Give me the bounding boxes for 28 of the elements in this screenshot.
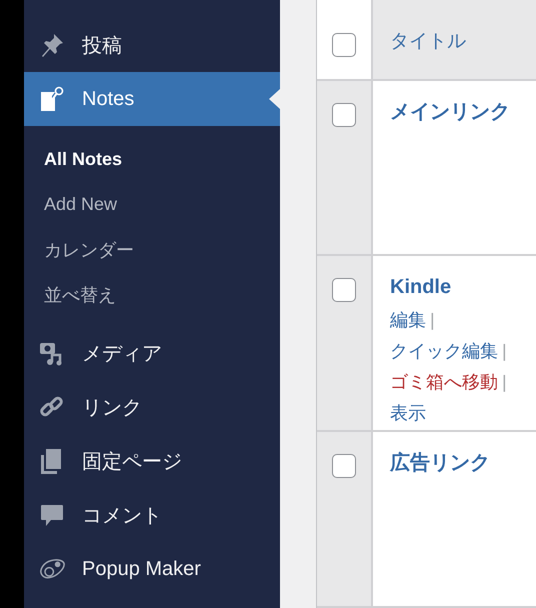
sidebar-item[interactable]: 固定ページ [24,434,280,488]
submenu-item[interactable]: All Notes [24,137,280,182]
separator: | [502,340,507,364]
row-action-link[interactable]: クイック編集 [390,336,498,368]
sidebar-item[interactable]: コメント [24,488,280,542]
current-pointer-icon [269,89,280,109]
note-title-link[interactable]: メインリンク [390,98,510,126]
submenu-item[interactable]: カレンダー [24,227,280,272]
separator: | [502,371,507,394]
sidebar-item[interactable]: 投稿 [24,18,280,72]
note-title-link[interactable]: Kindle [390,273,452,302]
trash-link[interactable]: ゴミ箱へ移動 [390,367,498,398]
row-action-link[interactable]: 編集 [390,305,426,336]
checkbox[interactable] [332,33,356,57]
submenu-item[interactable]: 並べ替え [24,272,280,317]
sidebar-item[interactable]: メディア [24,326,280,380]
sidebar-item[interactable]: Popup Maker [24,542,280,596]
submenu-item[interactable]: Add New [24,182,280,227]
note-title-link[interactable]: 広告リンク [390,449,490,478]
column-header-link[interactable]: タイトル [390,29,466,55]
sidebar-item[interactable]: リンク [24,380,280,434]
checkbox[interactable] [332,278,356,302]
checkbox[interactable] [332,102,356,127]
sidebar-item[interactable]: Notes [24,72,280,126]
checkbox[interactable] [332,454,356,478]
row-action-link[interactable]: 表示 [390,398,426,430]
note-icon [38,85,66,113]
separator: | [430,309,435,332]
